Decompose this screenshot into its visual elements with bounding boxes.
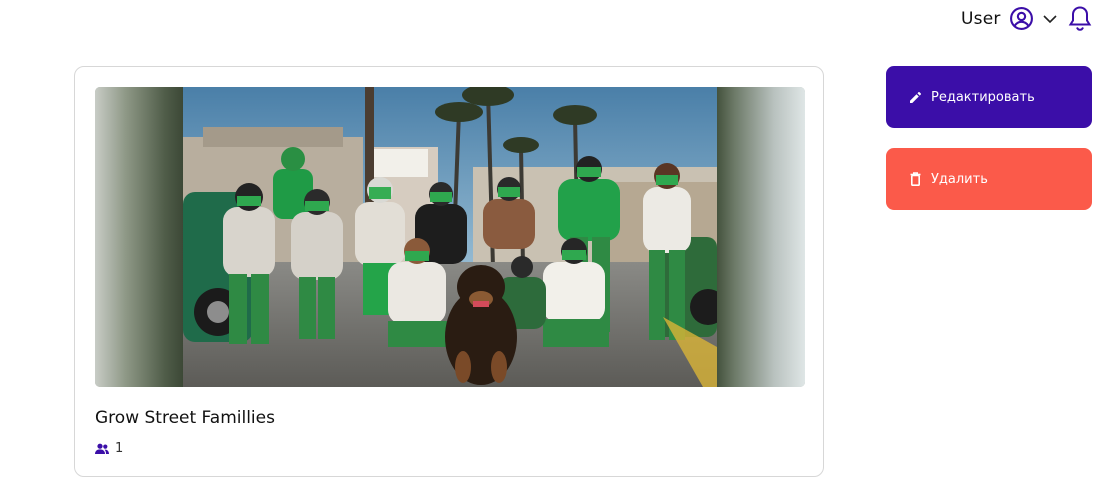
edit-button-label: Редактировать [931,89,1035,105]
delete-button[interactable]: Удалить [886,148,1092,210]
user-circle-icon [1009,6,1034,31]
group-card[interactable]: Grow Street Famillies 1 [74,66,824,477]
edit-button[interactable]: Редактировать [886,66,1092,128]
pencil-icon [910,91,921,103]
user-menu[interactable]: User [961,6,1058,31]
group-photo [183,87,717,387]
group-title[interactable]: Grow Street Famillies [95,408,275,428]
bell-icon[interactable] [1068,5,1092,32]
delete-button-label: Удалить [931,171,988,187]
group-image [95,87,805,387]
image-blur-right [717,87,805,387]
members-count: 1 [115,441,124,456]
image-blur-left [95,87,183,387]
trash-icon [910,172,921,186]
chevron-down-icon[interactable] [1042,11,1058,27]
users-icon [95,443,109,455]
members-info: 1 [95,441,123,456]
top-bar: User [0,0,1117,40]
user-name: User [961,8,1001,29]
